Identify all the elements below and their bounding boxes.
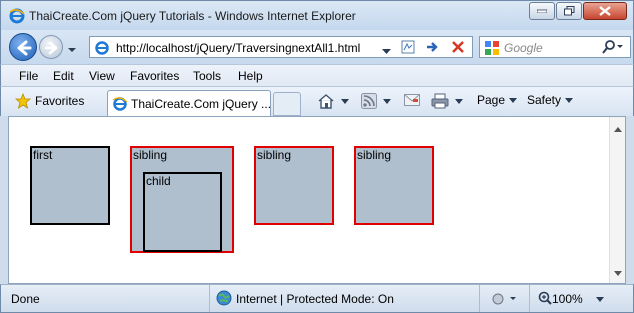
menu-file[interactable]: File (19, 69, 38, 83)
minimize-button[interactable] (529, 2, 555, 20)
compatibility-icon (401, 40, 415, 54)
printer-icon (431, 93, 449, 109)
favorites-bar: Favorites ThaiCreate.Com jQuery ... Page… (0, 86, 634, 117)
security-settings-icon (492, 293, 516, 305)
address-dropdown[interactable] (382, 44, 391, 58)
search-placeholder: Google (504, 41, 543, 55)
ie-page-icon (112, 96, 128, 112)
back-button[interactable] (9, 33, 37, 61)
feeds-button[interactable] (361, 93, 393, 109)
menu-bar: File Edit View Favorites Tools Help (0, 64, 634, 86)
zoom-control[interactable]: 100% (529, 285, 633, 312)
chevron-down-icon (383, 98, 391, 104)
forward-arrow-icon (44, 41, 58, 55)
search-box[interactable]: Google (479, 36, 631, 58)
star-icon (15, 93, 31, 109)
mail-icon (404, 94, 420, 106)
zone-text: Internet | Protected Mode: On (236, 292, 394, 306)
status-text: Done (11, 292, 40, 306)
page-menu-label: Page (477, 93, 506, 107)
go-arrow-icon (427, 42, 438, 52)
chevron-down-icon (341, 98, 349, 104)
go-button[interactable] (421, 36, 443, 58)
read-mail-button[interactable] (404, 93, 422, 107)
scroll-up-arrow-icon[interactable] (614, 121, 622, 135)
compatibility-view-button[interactable] (397, 36, 419, 58)
sibling-box-1: sibling child (130, 146, 234, 253)
stop-button[interactable] (447, 36, 469, 58)
new-tab-button[interactable] (273, 92, 301, 116)
menu-favorites[interactable]: Favorites (130, 69, 179, 83)
title-bar: ThaiCreate.Com jQuery Tutorials - Window… (0, 0, 634, 30)
navigation-bar: http://localhost/jQuery/TraversingnextAl… (0, 30, 634, 64)
status-bar: Done Internet | Protected Mode: On 100% (0, 284, 634, 313)
vertical-scrollbar[interactable] (609, 117, 625, 283)
google-icon (484, 40, 500, 56)
first-box-label: first (33, 148, 53, 162)
tab-active[interactable]: ThaiCreate.Com jQuery ... (107, 90, 271, 117)
favorites-label: Favorites (35, 94, 85, 108)
print-button[interactable] (431, 93, 465, 109)
recent-pages-dropdown[interactable] (67, 42, 77, 56)
chevron-down-icon (455, 98, 463, 104)
close-button[interactable] (583, 2, 627, 20)
rss-icon (361, 93, 377, 109)
security-zone[interactable]: Internet | Protected Mode: On (209, 285, 479, 312)
window-title: ThaiCreate.Com jQuery Tutorials - Window… (29, 9, 356, 23)
sibling-box-label: sibling (133, 148, 168, 162)
search-button[interactable] (602, 39, 624, 58)
menu-tools[interactable]: Tools (193, 69, 221, 83)
safety-menu-button[interactable]: Safety (527, 93, 575, 107)
safety-menu-label: Safety (527, 93, 562, 107)
zoom-magnifier-icon (538, 291, 552, 305)
sibling-box-label: sibling (357, 148, 392, 162)
first-box: first (30, 146, 110, 225)
chevron-down-icon (596, 297, 604, 302)
chevron-down-icon (565, 97, 574, 103)
menu-edit[interactable]: Edit (53, 69, 74, 83)
maximize-button[interactable] (556, 2, 582, 20)
home-button[interactable] (317, 93, 351, 109)
back-arrow-icon (17, 40, 32, 56)
sibling-box-2: sibling (254, 146, 334, 225)
ie-page-icon (94, 40, 110, 56)
ie-logo-icon (9, 8, 25, 24)
zoom-level: 100% (552, 292, 583, 306)
sibling-box-3: sibling (354, 146, 434, 225)
globe-icon (216, 290, 232, 306)
sibling-box-label: sibling (257, 148, 292, 162)
protected-mode-indicator[interactable] (479, 285, 529, 312)
menu-view[interactable]: View (89, 69, 115, 83)
menu-help[interactable]: Help (238, 69, 263, 83)
close-icon (599, 6, 611, 16)
forward-button[interactable] (39, 35, 63, 59)
url-text[interactable]: http://localhost/jQuery/TraversingnextAl… (116, 41, 360, 55)
magnifier-icon (602, 40, 623, 54)
favorites-button[interactable]: Favorites (15, 93, 84, 109)
page-menu-button[interactable]: Page (477, 93, 519, 107)
chevron-down-icon (68, 48, 76, 52)
scroll-down-arrow-icon[interactable] (614, 265, 622, 279)
home-icon (318, 94, 334, 109)
stop-icon (452, 41, 464, 53)
chevron-down-icon (382, 49, 391, 54)
restore-icon (563, 6, 574, 16)
tab-title: ThaiCreate.Com jQuery ... (131, 97, 272, 111)
child-box-label: child (146, 174, 171, 188)
child-box: child (143, 172, 222, 252)
minimize-icon (537, 9, 547, 13)
chevron-down-icon (509, 97, 518, 103)
page-content: first sibling child sibling sibling (8, 116, 626, 284)
